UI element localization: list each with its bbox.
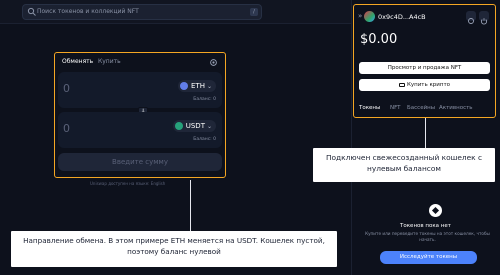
swap-widget: Обменять Купить 0 ETH ⌄ Баланс: 0 ↓ 0 US… (54, 52, 226, 178)
buy-crypto-button[interactable]: Купить крипто (359, 79, 490, 91)
tab-activity[interactable]: Активность (439, 105, 473, 111)
eth-icon (180, 82, 188, 90)
explore-tokens-button[interactable]: Исследуйте токены (380, 251, 477, 264)
power-icon[interactable] (479, 11, 489, 25)
from-balance: Баланс: 0 (193, 97, 216, 102)
enter-amount-button[interactable]: Введите сумму (58, 153, 222, 171)
swap-from-field: 0 ETH ⌄ Баланс: 0 (58, 72, 222, 108)
from-amount-input[interactable]: 0 (63, 82, 70, 95)
annotation-swap: Направление обмена. В этом примере ETH м… (11, 231, 337, 267)
annotation-wallet: Подключен свежесозданный кошелек с нулев… (313, 148, 495, 182)
swap-to-field: 0 USDT ⌄ Баланс: 0 (58, 112, 222, 148)
tab-buy[interactable]: Купить (98, 58, 121, 65)
empty-title: Токенов пока нет (400, 223, 451, 229)
tab-swap[interactable]: Обменять (62, 58, 93, 65)
view-sell-nft-button[interactable]: Просмотр и продажа NFT (359, 62, 490, 74)
card-icon (398, 82, 405, 87)
annotation-connector (190, 180, 191, 231)
to-token-selector[interactable]: USDT ⌄ (172, 120, 216, 132)
to-token-symbol: USDT (185, 122, 205, 130)
avatar (364, 11, 375, 22)
to-amount-input[interactable]: 0 (63, 122, 70, 135)
to-balance: Баланс: 0 (193, 137, 216, 142)
wallet-balance: $0.00 (360, 32, 398, 47)
search-placeholder: Поиск токенов и коллекций NFT (37, 8, 139, 15)
search-shortcut-key: / (250, 8, 258, 16)
language-note: Uniswap доступен на языке: English (90, 181, 166, 186)
empty-subtitle: Купите или переведите токены на этот кош… (365, 231, 490, 242)
tab-pools[interactable]: Бассейны (407, 105, 435, 111)
empty-tokens-icon (429, 204, 442, 217)
tab-tokens[interactable]: Токены (359, 105, 380, 111)
chevron-down-icon: ⌄ (206, 82, 212, 90)
settings-gear-icon[interactable] (209, 58, 218, 67)
search-icon (27, 7, 36, 16)
wallet-address[interactable]: 0x9c4D...A4cB (378, 13, 426, 21)
tab-nft[interactable]: NFT (390, 105, 401, 111)
from-token-selector[interactable]: ETH ⌄ (178, 80, 216, 92)
buy-crypto-label: Купить крипто (406, 82, 451, 88)
chevron-down-icon: ⌄ (206, 122, 212, 130)
wallet-settings-icon[interactable] (466, 11, 476, 24)
annotation-connector (425, 118, 426, 148)
usdt-icon (174, 122, 183, 130)
from-token-symbol: ETH (191, 82, 205, 90)
search-input[interactable]: Поиск токенов и коллекций NFT / (22, 4, 262, 20)
